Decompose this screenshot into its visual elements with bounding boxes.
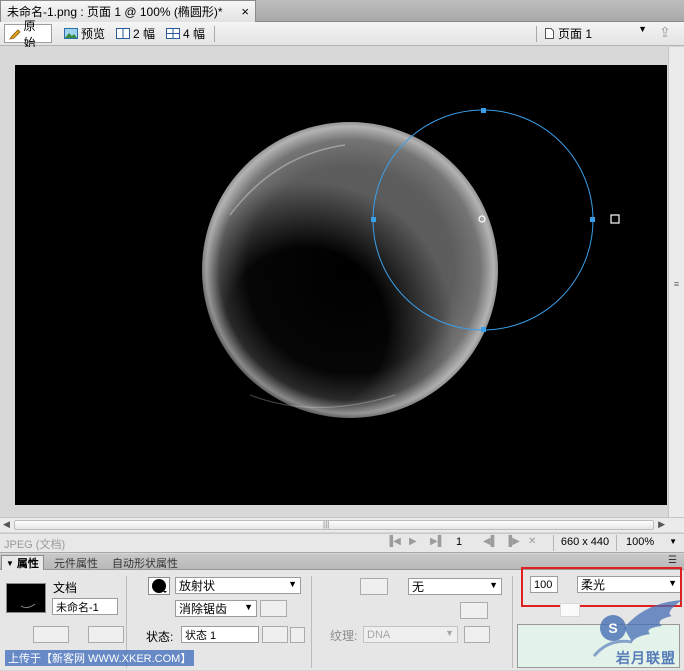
document-canvas[interactable] — [15, 65, 667, 505]
last-frame-icon[interactable]: ▶▌ — [430, 536, 445, 547]
file-info-text: JPEG (文档) — [4, 539, 66, 551]
stroke-type-dropdown[interactable]: 无 ▼ — [408, 578, 502, 595]
two-up-view-button[interactable]: 2 幅 — [112, 24, 160, 43]
state-input[interactable]: 状态 1 — [181, 626, 259, 643]
height-field[interactable] — [88, 626, 124, 643]
fill-color-swatch[interactable] — [148, 577, 170, 595]
preview-view-button[interactable]: 预览 — [60, 24, 110, 43]
four-up-icon — [166, 28, 180, 39]
fill-type-dropdown[interactable]: 放射状 ▼ — [175, 577, 301, 594]
texture-amount-field[interactable] — [464, 626, 490, 643]
preview-image-icon — [64, 28, 78, 39]
bubble-shape[interactable] — [202, 122, 498, 418]
width-field[interactable] — [33, 626, 69, 643]
tab-symbol-properties[interactable]: 元件属性 — [50, 555, 102, 570]
zoom-value: 100% — [626, 536, 655, 548]
image-size-readout: 660 x 440 — [553, 535, 617, 551]
texture-value: DNA — [367, 628, 391, 641]
panel-options-icon[interactable]: ☰ — [668, 555, 677, 566]
watermark-logo: S 岩月联盟 — [584, 598, 684, 668]
page-dropdown-value: 页面 1 — [558, 26, 593, 41]
feather-field[interactable] — [260, 600, 287, 617]
page-up-icon[interactable]: ⇪ — [654, 24, 676, 43]
tab-properties[interactable]: ▼ 属性 — [1, 555, 44, 570]
scroll-grip-icon: ≡ — [673, 279, 680, 289]
tab-auto-shape-properties[interactable]: 自动形状属性 — [108, 555, 182, 570]
tab-auto-shape-properties-label: 自动形状属性 — [112, 557, 178, 570]
next-frame-icon[interactable]: ▐▶ — [505, 536, 520, 547]
stroke-type-value: 无 — [412, 580, 425, 594]
thumbnail-image — [20, 603, 36, 609]
preview-view-label: 预览 — [81, 27, 106, 41]
texture-label: 纹理: — [330, 629, 358, 643]
play-icon[interactable]: ▶ — [409, 536, 417, 547]
toolbar-divider — [214, 26, 215, 42]
fill-radial-icon — [152, 579, 167, 593]
canvas-artwork — [202, 108, 620, 418]
panel-divider — [512, 576, 513, 668]
watermark-caption: 上传于【新客网 WWW.XKER.COM】 — [5, 650, 195, 666]
chevron-down-icon: ▼ — [669, 537, 677, 546]
chevron-down-icon: ▼ — [244, 602, 253, 612]
stroke-color-swatch[interactable] — [360, 578, 388, 595]
scroll-left-icon[interactable]: ◀ — [3, 519, 10, 530]
object-thumbnail — [6, 583, 46, 613]
panel-divider — [311, 576, 312, 668]
previous-frame-icon[interactable]: ◀▌ — [483, 536, 498, 547]
filters-add-button[interactable] — [560, 603, 580, 617]
texture-dropdown[interactable]: DNA ▼ — [363, 626, 458, 643]
original-view-label: 原始 — [23, 18, 36, 50]
object-type-label: 文档 — [53, 581, 78, 595]
collapse-icon: ▼ — [6, 558, 14, 568]
original-view-button[interactable]: 原始 — [4, 19, 52, 50]
chevron-down-icon: ▼ — [288, 579, 297, 589]
state-color-swatch[interactable] — [290, 627, 305, 643]
frame-number: 1 — [456, 536, 463, 548]
toolbar-divider — [536, 26, 537, 42]
page-icon — [545, 27, 554, 39]
zoom-dropdown[interactable]: 100% ▼ — [622, 535, 680, 551]
stroke-size-field[interactable] — [460, 602, 488, 619]
watermark-logo-text: 岩月联盟 — [616, 650, 676, 666]
tab-symbol-properties-label: 元件属性 — [54, 557, 98, 570]
scroll-right-icon[interactable]: ▶ — [658, 519, 665, 530]
scroll-grip-icon: ||| — [323, 520, 330, 529]
chevron-down-icon: ▼ — [445, 628, 454, 638]
vertical-scrollbar[interactable]: ≡ — [668, 47, 684, 517]
close-tab-icon[interactable]: × — [241, 4, 249, 19]
chevron-down-icon: ▼ — [638, 24, 647, 34]
four-up-view-label: 4 幅 — [183, 27, 206, 41]
state-option-field[interactable] — [262, 626, 288, 643]
state-label: 状态: — [146, 630, 174, 644]
first-frame-icon[interactable]: ▐◀ — [386, 536, 401, 547]
edge-dropdown[interactable]: 消除锯齿 ▼ — [175, 600, 257, 617]
fill-type-value: 放射状 — [179, 579, 216, 593]
page-dropdown[interactable]: 页面 1 ▼ — [541, 24, 649, 42]
chevron-down-icon: ▼ — [489, 580, 498, 590]
horizontal-scroll-thumb[interactable]: ||| — [14, 520, 654, 530]
watermark-caption-text: 上传于【新客网 WWW.XKER.COM】 — [8, 653, 192, 665]
two-up-icon — [116, 28, 130, 39]
tab-properties-label: 属性 — [16, 558, 39, 570]
two-up-view-label: 2 幅 — [133, 27, 156, 41]
object-name-input[interactable]: 未命名-1 — [52, 598, 118, 615]
horizontal-scrollbar[interactable]: ◀ ||| ▶ — [0, 517, 684, 532]
pencil-icon — [9, 28, 21, 40]
edge-value: 消除锯齿 — [179, 602, 228, 616]
four-up-view-button[interactable]: 4 幅 — [162, 24, 210, 43]
stop-icon[interactable]: ✕ — [528, 536, 536, 547]
svg-text:S: S — [608, 620, 617, 636]
